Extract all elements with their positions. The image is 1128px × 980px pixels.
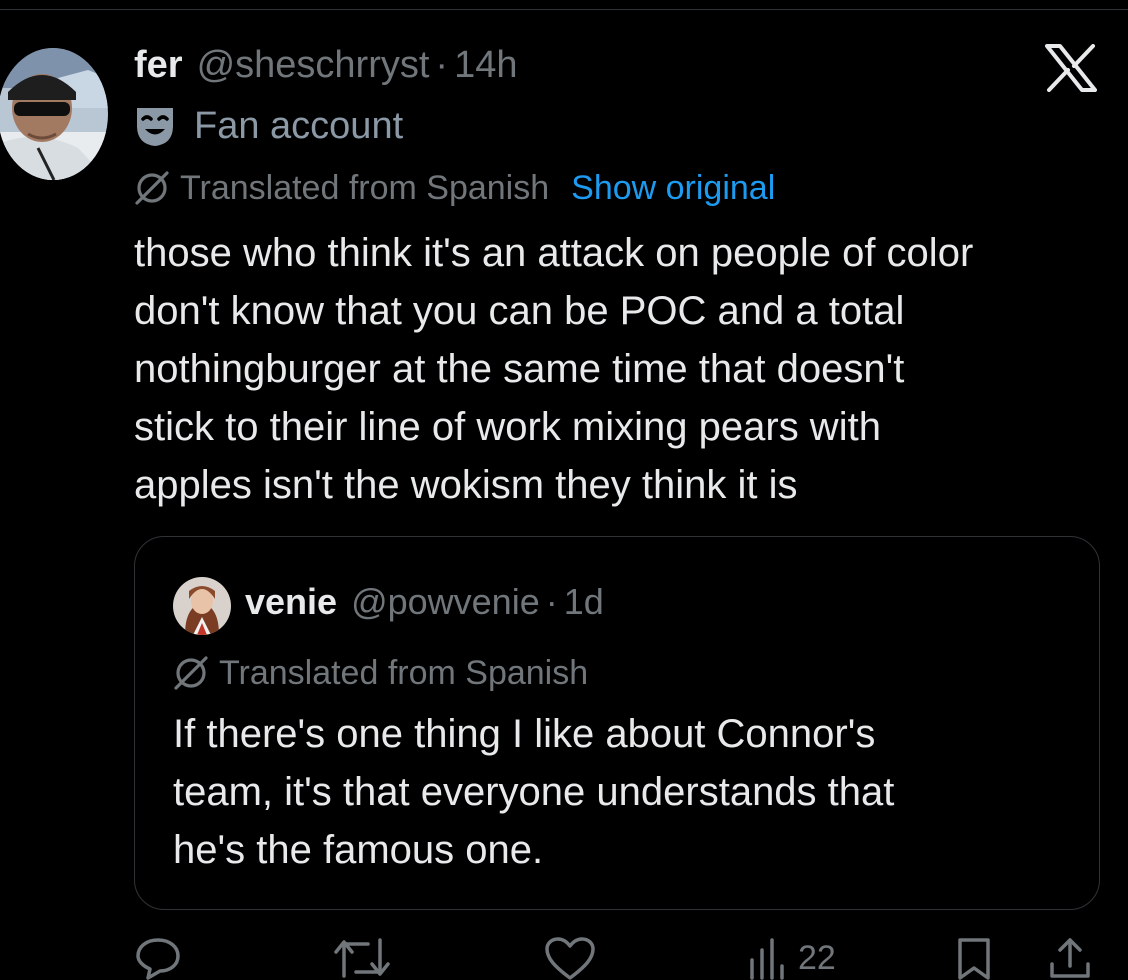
- views-chart-icon: [748, 936, 788, 980]
- views-button[interactable]: 22: [748, 936, 836, 980]
- globe-slash-icon: [173, 655, 209, 691]
- quote-time: 1d: [563, 581, 604, 622]
- separator-dot: ·: [545, 581, 558, 622]
- translated-label: Translated from Spanish: [180, 168, 550, 207]
- quote-author-avatar[interactable]: [173, 577, 231, 635]
- reply-button[interactable]: [134, 936, 182, 980]
- bookmark-button[interactable]: [954, 936, 994, 980]
- quote-translation-notice: Translated from Spanish: [173, 651, 588, 695]
- quote-author-name[interactable]: venie: [245, 581, 337, 623]
- show-original-link[interactable]: Show original: [571, 169, 775, 208]
- quoted-tweet-card[interactable]: venie @powvenie · 1d Translated from Spa…: [134, 536, 1100, 910]
- tweet-text: those who think it's an attack on people…: [134, 224, 1114, 514]
- retweet-button[interactable]: [332, 936, 392, 980]
- retweet-icon: [332, 936, 392, 980]
- quote-header: venie @powvenie · 1d: [245, 581, 604, 631]
- tweet-action-bar: 22: [0, 930, 1128, 980]
- author-avatar[interactable]: [0, 48, 108, 180]
- tweet-text-line: those who think it's an attack on people…: [134, 231, 974, 275]
- translation-notice: Translated from Spanish Show original: [134, 166, 775, 210]
- separator-dot: ·: [435, 44, 449, 86]
- heart-icon: [544, 936, 596, 980]
- bookmark-icon: [954, 936, 994, 980]
- author-handle[interactable]: @sheschrryst: [197, 44, 430, 87]
- account-label-text: Fan account: [194, 104, 404, 147]
- quote-text-line: team, it's that everyone understands tha…: [173, 770, 895, 814]
- globe-slash-icon: [134, 170, 170, 206]
- views-count: 22: [798, 938, 836, 977]
- reply-icon: [134, 936, 182, 980]
- quote-text-line: he's the famous one.: [173, 828, 544, 872]
- tweet-text-line: stick to their line of work mixing pears…: [134, 405, 881, 449]
- tweet-detail-screen: fer @sheschrryst · 14h Fan account Trans…: [0, 0, 1128, 980]
- like-button[interactable]: [544, 936, 596, 980]
- tweet-header: fer @sheschrryst · 14h: [134, 44, 517, 90]
- tweet-text-line: don't know that you can be POC and a tot…: [134, 289, 905, 333]
- quote-translated-label: Translated from Spanish: [219, 653, 589, 692]
- x-logo-icon[interactable]: [1045, 44, 1097, 92]
- top-divider: [0, 9, 1128, 10]
- tweet-text-line: nothingburger at the same time that does…: [134, 347, 905, 391]
- theater-mask-icon: [134, 104, 176, 148]
- share-icon: [1048, 936, 1092, 980]
- quote-text: If there's one thing I like about Connor…: [173, 705, 1073, 879]
- quote-author-handle[interactable]: @powvenie: [351, 581, 540, 623]
- quote-text-line: If there's one thing I like about Connor…: [173, 712, 876, 756]
- tweet-text-line: apples isn't the wokism they think it is: [134, 463, 798, 507]
- account-label[interactable]: Fan account: [134, 104, 403, 148]
- author-name[interactable]: fer: [134, 44, 183, 87]
- tweet-time[interactable]: 14h: [454, 44, 517, 87]
- share-button[interactable]: [1048, 936, 1092, 980]
